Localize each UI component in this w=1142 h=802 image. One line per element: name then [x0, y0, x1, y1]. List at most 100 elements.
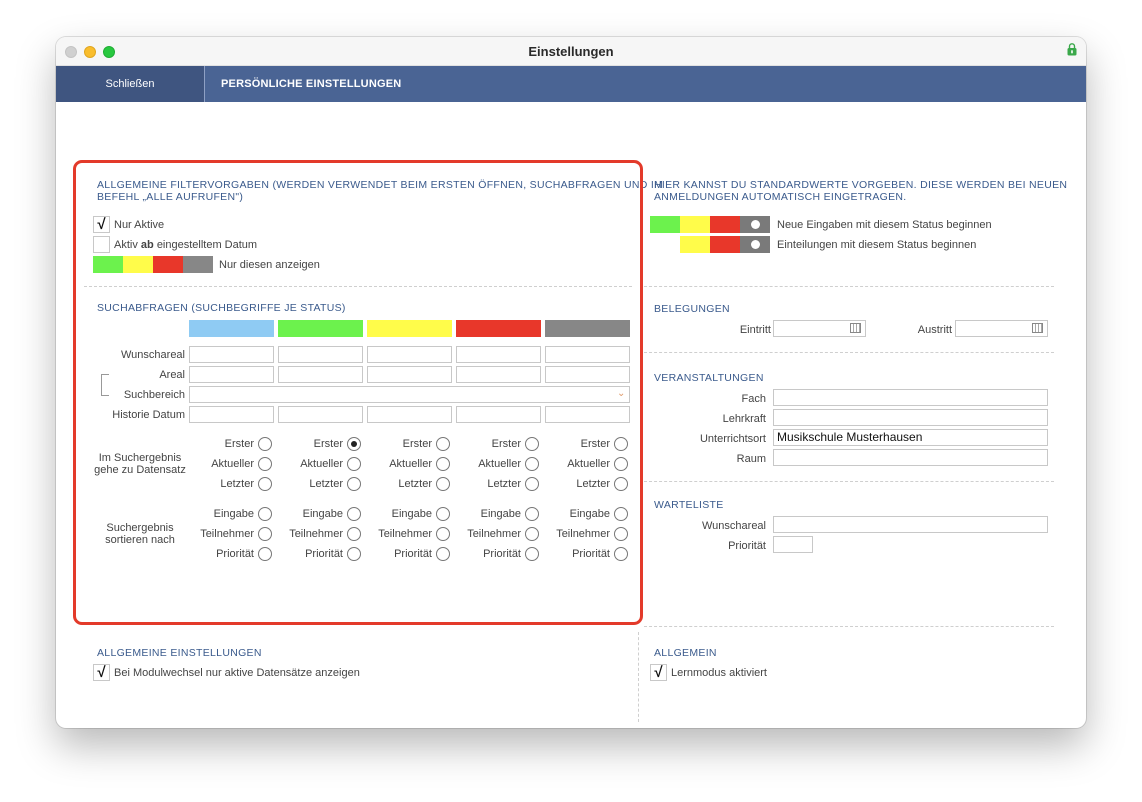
status-column-blue — [189, 320, 274, 337]
search-field[interactable] — [189, 346, 274, 363]
austritt-label: Austritt — [917, 324, 952, 336]
aktiv-ab-prefix: Aktiv — [114, 239, 138, 251]
veranstaltungen-heading: VERANSTALTUNGEN — [654, 372, 764, 384]
status-column-gray — [545, 320, 630, 337]
sort-option-label: Teilnehmer — [200, 528, 254, 540]
warteliste-prioritaet-label: Priorität — [728, 540, 766, 552]
sort-option-label: Teilnehmer — [289, 528, 343, 540]
goto-radio[interactable] — [614, 457, 628, 471]
group-bracket — [101, 374, 109, 396]
sort-option-label: Eingabe — [391, 508, 432, 520]
raum-label: Raum — [736, 453, 766, 465]
sort-option-label: Eingabe — [302, 508, 343, 520]
goto-option-label: Aktueller — [567, 458, 610, 470]
calendar-icon[interactable] — [850, 323, 861, 333]
goto-radio[interactable] — [614, 437, 628, 451]
status-swatch-yellow[interactable] — [123, 256, 153, 273]
defaults-heading-line-2: ANMELDUNGEN AUTOMATISCH EINGETRAGEN. — [654, 191, 907, 203]
search-field[interactable] — [545, 406, 630, 423]
status-swatch-red[interactable] — [710, 216, 740, 233]
divider — [638, 632, 639, 722]
divider — [644, 626, 1054, 627]
suchbereich-select[interactable] — [189, 386, 630, 403]
calendar-icon[interactable] — [1032, 323, 1043, 333]
defaults-heading-line-1: HIER KANNST DU STANDARDWERTE VORGEBEN. D… — [654, 179, 1068, 191]
aktiv-ab-label: Aktiv ab eingestelltem Datum — [114, 238, 257, 252]
goto-radio[interactable] — [614, 477, 628, 491]
search-field[interactable] — [545, 366, 630, 383]
divider — [644, 286, 1054, 287]
sort-radio[interactable] — [614, 527, 628, 541]
aktiv-ab-checkbox[interactable] — [93, 236, 110, 253]
status-column-red — [456, 320, 541, 337]
status-column-green — [278, 320, 363, 337]
divider — [84, 286, 632, 287]
goto-option-label: Letzter — [220, 478, 254, 490]
sort-option-label: Teilnehmer — [556, 528, 610, 540]
goto-option-label: Aktueller — [478, 458, 521, 470]
status-swatch-gray[interactable] — [183, 256, 213, 273]
status-toggle[interactable] — [740, 236, 770, 253]
status-swatch-red[interactable] — [710, 236, 740, 253]
goto-option-label: Aktueller — [211, 458, 254, 470]
search-field[interactable] — [545, 346, 630, 363]
row-label: Wunschareal — [121, 349, 185, 361]
aktiv-ab-suffix: eingestelltem Datum — [156, 239, 258, 251]
status-column-yellow — [367, 320, 452, 337]
goto-option-label: Aktueller — [300, 458, 343, 470]
sort-radio[interactable] — [614, 547, 628, 561]
warteliste-wunschareal-field[interactable] — [773, 516, 1048, 533]
sort-option-label: Priorität — [216, 548, 254, 560]
filter-heading-line-2: BEFEHL „ALLE AUFRUFEN") — [97, 191, 244, 203]
warteliste-prioritaet-field[interactable] — [773, 536, 813, 553]
suchabfragen-heading: SUCHABFRAGEN (SUCHBEGRIFFE JE STATUS) — [97, 302, 346, 314]
modulwechsel-checkbox[interactable]: √ — [93, 664, 110, 681]
status-swatch-yellow[interactable] — [680, 216, 710, 233]
chevron-down-icon[interactable]: ⌄ — [617, 388, 625, 399]
status-swatch-green[interactable] — [93, 256, 123, 273]
goto-option-label: Erster — [224, 438, 254, 450]
sort-option-label: Eingabe — [480, 508, 521, 520]
window-title: Einstellungen — [528, 44, 614, 59]
title-bar: Einstellungen — [56, 37, 1086, 66]
search-field[interactable] — [367, 346, 452, 363]
settings-window: Einstellungen Schließen PERSÖNLICHE EINS… — [56, 37, 1086, 728]
nur-aktive-checkbox[interactable]: √ — [93, 216, 110, 233]
sort-option-label: Priorität — [572, 548, 610, 560]
search-field[interactable] — [278, 366, 363, 383]
goto-option-label: Aktueller — [389, 458, 432, 470]
goto-option-label: Erster — [580, 438, 610, 450]
lernmodus-checkbox[interactable]: √ — [650, 664, 667, 681]
status-toggle[interactable] — [740, 216, 770, 233]
fach-label: Fach — [741, 393, 766, 405]
lehrkraft-field[interactable] — [773, 409, 1048, 426]
search-field[interactable] — [367, 366, 452, 383]
sort-option-label: Teilnehmer — [378, 528, 432, 540]
close-button[interactable]: Schließen — [56, 66, 205, 102]
sort-option-label: Priorität — [394, 548, 432, 560]
sort-radio[interactable] — [614, 507, 628, 521]
status-swatch-yellow[interactable] — [680, 236, 710, 253]
lehrkraft-label: Lehrkraft — [722, 413, 766, 425]
raum-field[interactable] — [773, 449, 1048, 466]
search-field[interactable] — [456, 366, 541, 383]
goto-option-label: Letzter — [487, 478, 521, 490]
fach-field[interactable] — [773, 389, 1048, 406]
search-field[interactable] — [189, 406, 274, 423]
search-field[interactable] — [456, 406, 541, 423]
search-field[interactable] — [367, 406, 452, 423]
status-swatch-green[interactable] — [650, 216, 680, 233]
goto-option-label: Letzter — [309, 478, 343, 490]
nav-bar: Schließen PERSÖNLICHE EINSTELLUNGEN — [56, 66, 1086, 102]
unterrichtsort-field[interactable]: Musikschule Musterhausen — [773, 429, 1048, 446]
modulwechsel-label: Bei Modulwechsel nur aktive Datensätze a… — [114, 667, 360, 679]
status-swatch-red[interactable] — [153, 256, 183, 273]
search-field[interactable] — [189, 366, 274, 383]
search-field[interactable] — [278, 406, 363, 423]
search-field[interactable] — [456, 346, 541, 363]
lock-icon — [1067, 43, 1077, 56]
nur-aktive-label: Nur Aktive — [114, 219, 165, 231]
divider — [644, 352, 1054, 353]
search-field[interactable] — [278, 346, 363, 363]
belegungen-heading: BELEGUNGEN — [654, 303, 730, 315]
